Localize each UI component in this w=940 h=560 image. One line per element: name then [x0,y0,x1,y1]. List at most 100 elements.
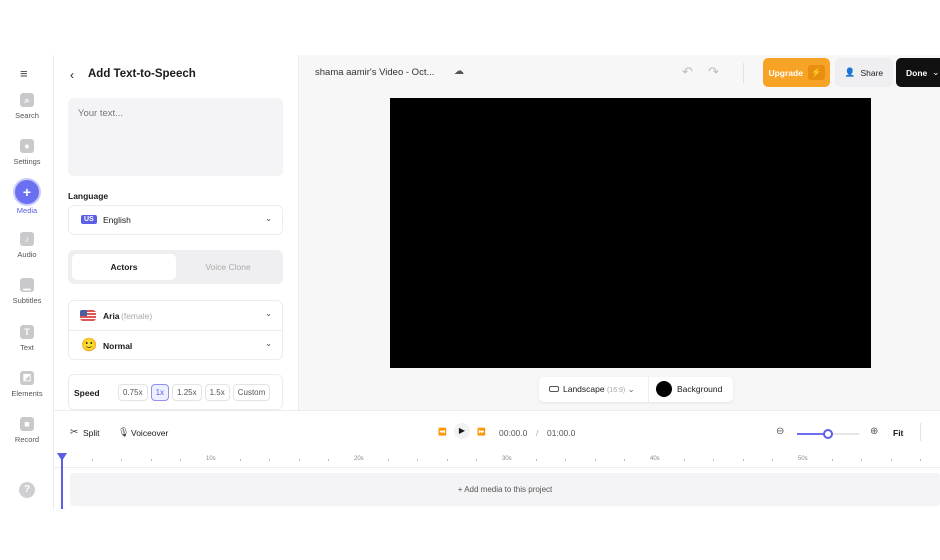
sidebar-item-search[interactable]: ⌕ Search [0,93,54,120]
ruler-tick [121,459,123,461]
camera-icon: ■ [20,417,34,432]
chevron-down-icon: ⌄ [265,309,272,318]
ruler-tick [890,459,892,461]
sidebar-item-label: Settings [13,157,41,167]
lightning-icon: ⚡ [807,65,825,80]
upgrade-label: Upgrade [768,67,803,78]
background-button[interactable]: Background [677,384,722,394]
redo-icon[interactable]: ↷ [708,64,719,80]
speed-option[interactable]: 0.75x [118,384,148,401]
language-value: English [103,215,131,225]
ruler-tick [417,459,419,461]
sidebar-item-record[interactable]: ■ Record [0,417,54,444]
ruler-tick [446,459,448,461]
music-note-icon: ♪ [20,231,34,246]
voice-gender: (female) [121,311,153,321]
ruler-tick [565,459,567,461]
voice-tabs: Actors Voice Clone [68,250,283,284]
elements-icon: ◩ [20,370,34,385]
video-canvas[interactable] [390,98,871,368]
language-select[interactable]: US English ⌄ [68,205,283,235]
speed-option[interactable]: 1.5x [204,384,230,401]
chevron-down-icon: ⌄ [932,67,940,77]
divider [54,467,940,468]
tab-voice-clone[interactable]: Voice Clone [176,254,280,280]
tab-actors[interactable]: Actors [72,254,176,280]
sidebar-item-settings[interactable]: ● Settings [0,139,54,166]
ruler-label: 10s [206,456,216,462]
sidebar-item-label: Record [14,435,40,445]
ruler-tick [861,459,863,461]
timeline-ruler[interactable]: 10s 20s 30s 40s 50s [54,411,940,467]
chevron-down-icon: ⌄ [627,384,635,394]
share-label: Share [860,67,884,78]
divider [743,63,744,83]
add-media-track[interactable]: + Add media to this project [70,473,940,506]
undo-icon[interactable]: ↶ [682,64,693,80]
style-select[interactable]: 🙂 Normal ⌄ [69,331,282,361]
plus-icon: + [15,179,39,204]
subtitles-icon: ▁ [20,278,34,293]
smiley-icon: 🙂 [81,337,98,352]
ruler-tick [387,459,389,461]
sidebar-item-label: Media [16,205,38,215]
ruler-label: 30s [502,456,512,462]
actor-select[interactable]: Aria (female) ⌄ [69,301,282,331]
ruler-tick [239,459,241,461]
ruler-tick [150,459,152,461]
ruler-tick [683,459,685,461]
tts-panel: ‹ Add Text-to-Speech Language US English… [54,55,298,410]
panel-title: Add Text-to-Speech [88,68,196,80]
editor-main: shama aamir's Video - Oct... ☁ ↶ ↷ Upgra… [298,55,940,410]
canvas-controls: Landscape (16:9) ⌄ Background [539,377,733,402]
chevron-down-icon: ⌄ [265,339,272,348]
sidebar-item-label: Audio [17,249,37,259]
playhead[interactable] [61,459,63,509]
ruler-tick [594,459,596,461]
share-button[interactable]: 👤 Share [835,58,893,87]
ruler-label: 20s [354,456,364,462]
ruler-tick [328,459,330,461]
search-icon: ⌕ [20,93,34,107]
sidebar-item-label: Text [20,342,34,352]
sidebar-item-label: Subtitles [12,296,42,306]
done-button[interactable]: Done ⌄ [896,58,940,87]
speed-option[interactable]: 1.25x [172,384,202,401]
gear-icon: ● [20,139,34,154]
sidebar-item-label: Search [15,111,39,120]
ruler-tick [535,459,537,461]
divider [648,377,649,402]
ruler-label: 50s [798,456,808,462]
ruler-tick [772,459,774,461]
ruler-tick [91,459,93,461]
speed-option[interactable]: 1x [150,384,170,401]
background-color-swatch[interactable] [656,381,672,397]
voice-card: Aria (female) ⌄ 🙂 Normal ⌄ [68,300,283,360]
ruler-tick [476,459,478,461]
speed-option[interactable]: Custom [232,384,271,401]
sidebar-item-elements[interactable]: ◩ Elements [0,370,54,398]
aspect-label: Landscape [563,384,605,394]
sidebar-item-text[interactable]: T Text [0,324,54,352]
language-label: Language [68,191,109,201]
ruler-tick [831,459,833,461]
text-input[interactable] [68,98,283,176]
us-badge: US [81,215,97,224]
ruler-label: 40s [650,456,660,462]
timeline: ✂ Split 🎙 Voiceover ⏪ ▶ ⏩ 00:00.0 / 01:0… [54,410,940,510]
upgrade-button[interactable]: Upgrade ⚡ [763,58,830,87]
style-value: Normal [103,341,133,351]
menu-icon[interactable]: ≡ [20,66,28,81]
text-icon: T [20,324,34,339]
aspect-select[interactable]: Landscape (16:9) ⌄ [563,384,635,395]
sidebar-item-audio[interactable]: ♪ Audio [0,231,54,259]
sidebar-item-media[interactable]: + Media [0,179,54,215]
voice-name: Aria [103,311,120,321]
ruler-tick [624,459,626,461]
sidebar-item-label: Elements [11,388,43,398]
help-icon[interactable]: ? [19,482,35,498]
aspect-ratio: (16:9) [606,387,626,394]
project-title[interactable]: shama aamir's Video - Oct... [315,67,434,78]
back-icon[interactable]: ‹ [70,68,74,82]
sidebar-item-subtitles[interactable]: ▁ Subtitles [0,278,54,305]
